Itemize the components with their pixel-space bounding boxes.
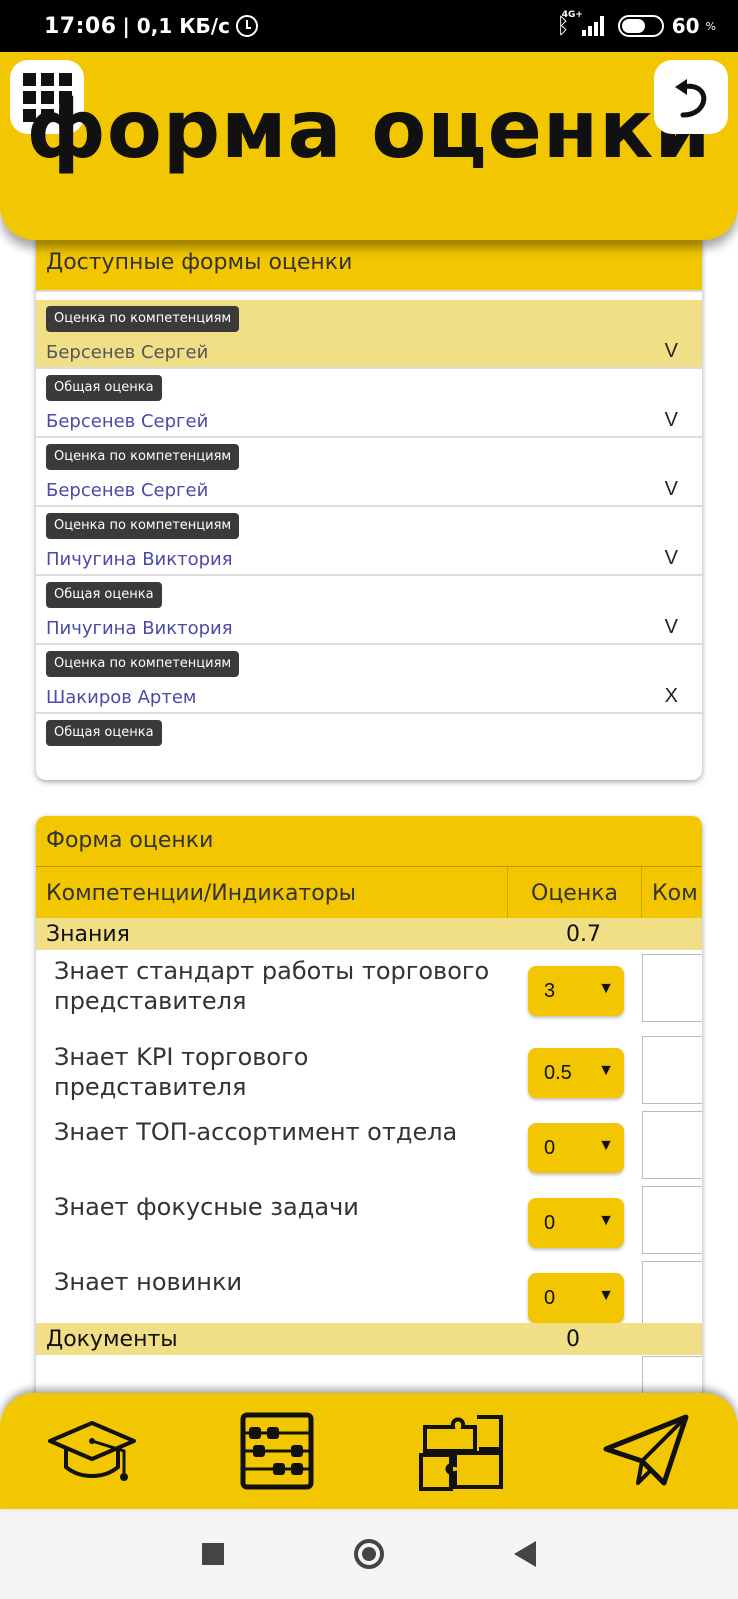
section-name: Знания (46, 922, 130, 947)
status-time: 17:06 (44, 13, 117, 39)
score-value: 3 (544, 980, 556, 1002)
puzzle-icon (419, 1415, 504, 1491)
score-select[interactable]: 0 ▼ (528, 1123, 624, 1173)
form-list-item[interactable]: Оценка по компетенциям Берсенев Сергей V (36, 438, 702, 507)
form-list-item[interactable]: Оценка по компетенциям Шакиров Артем X (36, 645, 702, 714)
person-name: Берсенев Сергей (46, 480, 209, 501)
indicator-row: Знает фокусные задачи 0 ▼ (36, 1182, 702, 1257)
dropdown-arrow-icon: ▼ (598, 1212, 614, 1229)
page-title: форма оценки (26, 83, 712, 176)
dropdown-arrow-icon: ▼ (598, 1137, 614, 1154)
comment-field[interactable] (642, 1111, 702, 1179)
form-list-item[interactable]: Общая оценка Берсенев Сергей V (36, 369, 702, 438)
alarm-icon (235, 15, 258, 37)
section-score: 0.7 (566, 922, 601, 947)
section-knowledge: Знания 0.7 (36, 918, 702, 950)
dropdown-arrow-icon: ▼ (598, 1062, 614, 1079)
form-list-item[interactable]: Общая оценка (36, 714, 702, 770)
section-score: 0 (566, 1327, 580, 1352)
nav-education-button[interactable] (42, 1401, 142, 1501)
back-triangle-icon[interactable] (514, 1541, 536, 1567)
indicator-label: Знает ТОП-ассортимент отдела (54, 1118, 458, 1146)
score-select[interactable]: 0 ▼ (528, 1273, 624, 1323)
percent-sign: % (705, 19, 716, 33)
nav-send-button[interactable] (596, 1401, 696, 1501)
recents-icon[interactable] (202, 1543, 224, 1565)
person-name: Пичугина Виктория (46, 618, 233, 639)
home-icon[interactable] (354, 1539, 384, 1569)
network-type: 4G+ (561, 10, 583, 20)
comment-field[interactable] (642, 1036, 702, 1104)
signal-icon: 4G+ (562, 10, 604, 36)
status-mark: V (664, 478, 678, 500)
section-documents: Документы 0 (36, 1323, 702, 1355)
nav-puzzle-button[interactable] (411, 1401, 511, 1501)
form-type-badge: Оценка по компетенциям (46, 306, 240, 332)
form-list-item[interactable]: Общая оценка Пичугина Виктория V (36, 576, 702, 645)
indicator-label: Знает новинки (54, 1268, 243, 1296)
indicator-row: Знает новинки 0 ▼ (36, 1257, 702, 1332)
score-value: 0 (544, 1287, 556, 1309)
comment-field[interactable] (642, 954, 702, 1022)
graduation-cap-icon (48, 1421, 137, 1481)
indicator-row: Знает стандарт работы торгового представ… (36, 950, 702, 1032)
undo-icon (675, 79, 707, 118)
indicator-row: Знает KPI торгового представителя 0.5 ▼ (36, 1032, 702, 1107)
nav-abacus-button[interactable] (227, 1401, 327, 1501)
form-list-item[interactable]: Оценка по компетенциям Пичугина Виктория V (36, 507, 702, 576)
column-competencies: Компетенции/Индикаторы (36, 867, 508, 918)
abacus-icon (240, 1412, 314, 1490)
score-value: 0 (544, 1212, 556, 1234)
indicator-label: Знает фокусные задачи (54, 1193, 359, 1221)
assessment-form-title: Форма оценки (36, 816, 702, 866)
person-name: Пичугина Виктория (46, 549, 233, 570)
form-list-item[interactable]: Оценка по компетенциям Берсенев Сергей V (36, 300, 702, 369)
dropdown-arrow-icon: ▼ (598, 1287, 614, 1304)
section-name: Документы (46, 1327, 178, 1352)
bottom-nav (0, 1393, 738, 1509)
battery-icon (617, 15, 664, 37)
status-bar: 17:06 | 0,1 КБ/с ᛒ 4G+ 60 % (0, 0, 738, 52)
form-type-badge: Общая оценка (46, 375, 162, 401)
status-mark: X (664, 685, 678, 707)
score-select[interactable]: 0 ▼ (528, 1198, 624, 1248)
score-select[interactable]: 0.5 ▼ (528, 1048, 624, 1098)
table-header: Компетенции/Индикаторы Оценка Ком (36, 866, 702, 918)
score-select[interactable]: 3 ▼ (528, 966, 624, 1016)
status-mark: V (664, 616, 678, 638)
assessment-form-card: Форма оценки Компетенции/Индикаторы Оцен… (36, 816, 702, 1406)
person-name: Берсенев Сергей (46, 411, 209, 432)
form-type-badge: Оценка по компетенциям (46, 651, 240, 677)
form-type-badge: Оценка по компетенциям (46, 444, 240, 470)
status-speed: | 0,1 КБ/с (122, 14, 230, 38)
comment-field[interactable] (642, 1186, 702, 1254)
form-type-badge: Общая оценка (46, 582, 162, 608)
column-comment: Ком (652, 881, 698, 906)
status-mark: V (664, 409, 678, 431)
forms-list[interactable]: Оценка по компетенциям Берсенев Сергей V Об… (36, 300, 702, 770)
score-value: 0 (544, 1137, 556, 1159)
person-name: Берсенев Сергей (46, 342, 209, 363)
status-mark: V (664, 547, 678, 569)
app-header: форма оценки (0, 52, 738, 240)
battery-percent: 60 (671, 14, 700, 38)
form-type-badge: Общая оценка (46, 720, 162, 746)
form-type-badge: Оценка по компетенциям (46, 513, 240, 539)
available-forms-card: Доступные формы оценки Оценка по компете… (36, 230, 702, 780)
status-mark: V (664, 340, 678, 362)
paper-plane-icon (603, 1414, 689, 1486)
back-button[interactable] (654, 60, 728, 134)
indicator-row: Знает ТОП-ассортимент отдела 0 ▼ (36, 1107, 702, 1182)
system-nav (0, 1509, 738, 1599)
column-score: Оценка (508, 867, 642, 918)
score-value: 0.5 (544, 1062, 572, 1084)
indicator-label: Знает стандарт работы торгового представ… (54, 957, 490, 1015)
dropdown-arrow-icon: ▼ (598, 980, 614, 997)
indicator-label: Знает KPI торгового представителя (54, 1043, 309, 1101)
comment-field[interactable] (642, 1261, 702, 1329)
person-name: Шакиров Артем (46, 687, 197, 708)
